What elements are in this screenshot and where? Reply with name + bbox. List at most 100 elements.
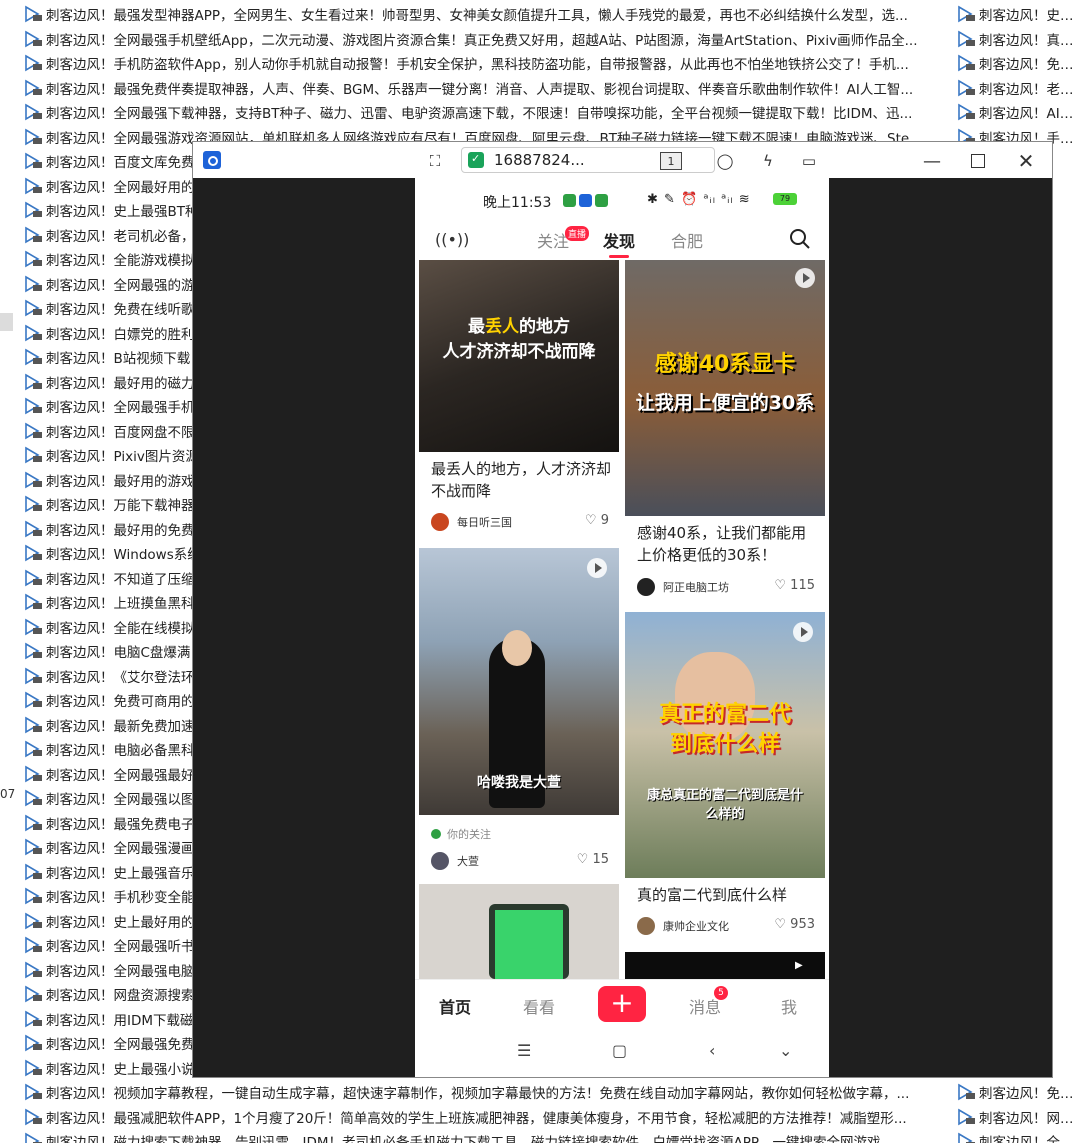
list-link-text: 刺客边风！老司机必备， <box>46 228 195 245</box>
list-link-text: 刺客边风！百度网盘不限 <box>46 424 195 441</box>
list-link-text: 刺客边风！网盘资 <box>979 1110 1080 1127</box>
list-link[interactable]: 刺客边风！最强减肥软件APP，1个月瘦了20斤！简单高效的学生上班族减肥神器，健… <box>24 1105 934 1130</box>
list-link-text: 刺客边风！电脑必备黑科 <box>46 743 195 760</box>
list-link[interactable]: 刺客边风！最强免费伴奏提取神器，人声、伴奏、BGM、乐器声一键分离！消音、人声提… <box>24 76 934 101</box>
battery-icon: 79 <box>773 193 797 205</box>
search-icon[interactable] <box>789 228 811 254</box>
nav-watch[interactable]: 看看 <box>523 994 555 1018</box>
card-cover: 最丢人的地方 人才济济却不战而降 <box>419 260 619 452</box>
list-link-text: 刺客边风！全网最强下载神器，支持BT种子、磁力、迅雷、电驴资源高速下载，不限速！… <box>46 106 913 123</box>
feed-card[interactable]: 哈喽我是大萱 你的关注 大萱 ♡ 15 <box>419 548 619 878</box>
feed-card[interactable] <box>419 884 619 979</box>
link-icon <box>24 1083 44 1101</box>
list-link[interactable]: 刺客边风！磁力搜索下载神器，告别迅雷、IDM！老司机必备手机磁力下载工具，磁力链… <box>24 1129 934 1143</box>
close-button[interactable]: ✕ <box>1011 149 1041 173</box>
card-title: 最丢人的地方，人才济济却不战而降 <box>431 460 612 500</box>
link-icon <box>24 765 44 783</box>
message-badge: 5 <box>714 986 728 1000</box>
home-icon[interactable]: ▢ <box>612 1041 627 1060</box>
minimize-button[interactable]: — <box>917 150 947 172</box>
list-link-text: 刺客边风！最强减肥软件APP，1个月瘦了20斤！简单高效的学生上班族减肥神器，健… <box>46 1110 907 1127</box>
avatar <box>431 513 449 531</box>
nav-home[interactable]: 首页 <box>439 994 471 1018</box>
like-count[interactable]: ♡ 15 <box>577 852 609 867</box>
play-icon <box>587 558 607 578</box>
screen-icon[interactable]: ▭ <box>797 150 821 172</box>
bolt-icon[interactable]: ϟ <box>756 150 780 172</box>
like-count[interactable]: ♡ 953 <box>774 917 815 932</box>
status-system-icons: ✱ ✎ ⏰ ᵃᵢₗ ᵃᵢₗ ≋ <box>647 192 751 207</box>
list-link-text: 刺客边风！全网最强最好 <box>46 767 195 784</box>
top-nav: ((•)) 关注 直播 发现 合肥 <box>415 220 829 260</box>
list-link-text: 刺客边风！最强免费电子 <box>46 816 195 833</box>
list-link[interactable]: 刺客边风！全网最 <box>957 1129 1080 1143</box>
chat-icon[interactable]: ◯ <box>713 150 737 172</box>
link-icon <box>24 520 44 538</box>
list-link-text: 刺客边风！最好用的免费 <box>46 522 195 539</box>
feed-card[interactable]: 感谢40系显卡 让我用上便宜的30系 感谢40系，让我们都能用上价格更低的30系… <box>625 260 825 605</box>
tab-count[interactable]: 1 <box>660 152 682 170</box>
list-link[interactable]: 刺客边风！真正好 <box>957 27 1080 52</box>
link-icon <box>24 1034 44 1052</box>
list-link[interactable]: 刺客边风！全网最强手机壁纸App，二次元动漫、游戏图片资源合集！真正免费又好用，… <box>24 27 934 52</box>
list-link-text: 刺客边风！最好用的游戏 <box>46 473 195 490</box>
list-link-text: 刺客边风！全网最 <box>979 1131 1080 1143</box>
list-link[interactable]: 刺客边风！视频加字幕教程，一键自动生成字幕，超快速字幕制作，视频加字幕最快的方法… <box>24 1080 934 1105</box>
list-link-text: 刺客边风！全网最强以图 <box>46 792 195 809</box>
nav-me[interactable]: 我 <box>781 994 797 1018</box>
like-count[interactable]: ♡ 9 <box>585 513 609 528</box>
link-icon <box>24 618 44 636</box>
link-icon <box>24 569 44 587</box>
left-number: 07 <box>0 787 16 801</box>
like-count[interactable]: ♡ 115 <box>774 578 815 593</box>
link-icon <box>24 348 44 366</box>
link-icon <box>24 912 44 930</box>
tab-city[interactable]: 合肥 <box>671 228 703 252</box>
back-icon[interactable]: ‹ <box>709 1041 715 1060</box>
list-link[interactable]: 刺客边风！老司机 <box>957 76 1080 101</box>
link-icon <box>24 1108 44 1126</box>
system-nav-bar: ☰ ▢ ‹ ⌄ <box>415 1029 829 1077</box>
fullscreen-icon[interactable]: ⛶ <box>423 150 447 172</box>
list-link[interactable]: 刺客边风！全网最强下载神器，支持BT种子、磁力、迅雷、电驴资源高速下载，不限速！… <box>24 100 934 125</box>
list-link-text: 刺客边风！免费可商用的 <box>46 694 195 711</box>
link-icon <box>24 838 44 856</box>
list-link-text: 刺客边风！老司机 <box>979 81 1080 98</box>
card-author: 阿正电脑工坊 <box>637 578 729 596</box>
feed-card[interactable]: 最丢人的地方 人才济济却不战而降 最丢人的地方，人才济济却不战而降 每日听三国 … <box>419 260 619 531</box>
list-link[interactable]: 刺客边风！免费手 <box>957 51 1080 76</box>
list-link[interactable]: 刺客边风！网盘资 <box>957 1105 1080 1130</box>
list-link-text: 刺客边风！最好用的磁力 <box>46 375 195 392</box>
list-link-text: 刺客边风！免费在 <box>979 1086 1080 1103</box>
card-cover: 感谢40系显卡 让我用上便宜的30系 <box>625 260 825 516</box>
link-icon <box>24 54 44 72</box>
list-link[interactable]: 刺客边风！免费在 <box>957 1080 1080 1105</box>
link-icon <box>24 324 44 342</box>
feed-card[interactable]: 真正的富二代 到底什么样 康总真正的富二代到底是什么样的 真的富二代到底什么样 … <box>625 612 825 942</box>
create-post-button[interactable]: + <box>598 986 646 1022</box>
link-icon <box>24 642 44 660</box>
play-icon: ▶ <box>795 960 803 971</box>
link-icon <box>24 79 44 97</box>
face <box>502 630 532 666</box>
menu-icon[interactable]: ☰ <box>517 1041 531 1060</box>
link-icon <box>24 1059 44 1077</box>
feed-card[interactable]: ▶ <box>625 952 825 979</box>
list-link[interactable]: 刺客边风！手机防盗软件App，别人动你手机就自动报警！手机安全保护，黑科技防盗功… <box>24 51 934 76</box>
list-link[interactable]: 刺客边风！最强发型神器APP，全网男生、女生看过来！帅哥型男、女神美女颜值提升工… <box>24 2 934 27</box>
maximize-button[interactable] <box>963 150 993 172</box>
link-icon <box>24 128 44 146</box>
live-icon[interactable]: ((•)) <box>435 230 469 249</box>
dropdown-icon[interactable]: ⌄ <box>779 1041 792 1060</box>
list-link-text: 刺客边风！全网最强免费 <box>46 1037 195 1054</box>
tab-discover[interactable]: 发现 <box>603 228 635 258</box>
list-link-text: 刺客边风！全网最好用的 <box>46 179 195 196</box>
card-author: 大萱 <box>431 852 479 870</box>
list-link-text: 刺客边风！全能游戏模拟 <box>46 253 195 270</box>
avatar <box>637 578 655 596</box>
list-link-text: 刺客边风！手机防盗软件App，别人动你手机就自动报警！手机安全保护，黑科技防盗功… <box>46 57 909 74</box>
list-link[interactable]: 刺客边风！史上最 <box>957 2 1080 27</box>
list-link[interactable]: 刺客边风！AI人工 <box>957 100 1080 125</box>
cover-caption: 感谢40系显卡 <box>654 352 796 377</box>
list-link-text: 刺客边风！史上最强小说 <box>46 1061 195 1078</box>
